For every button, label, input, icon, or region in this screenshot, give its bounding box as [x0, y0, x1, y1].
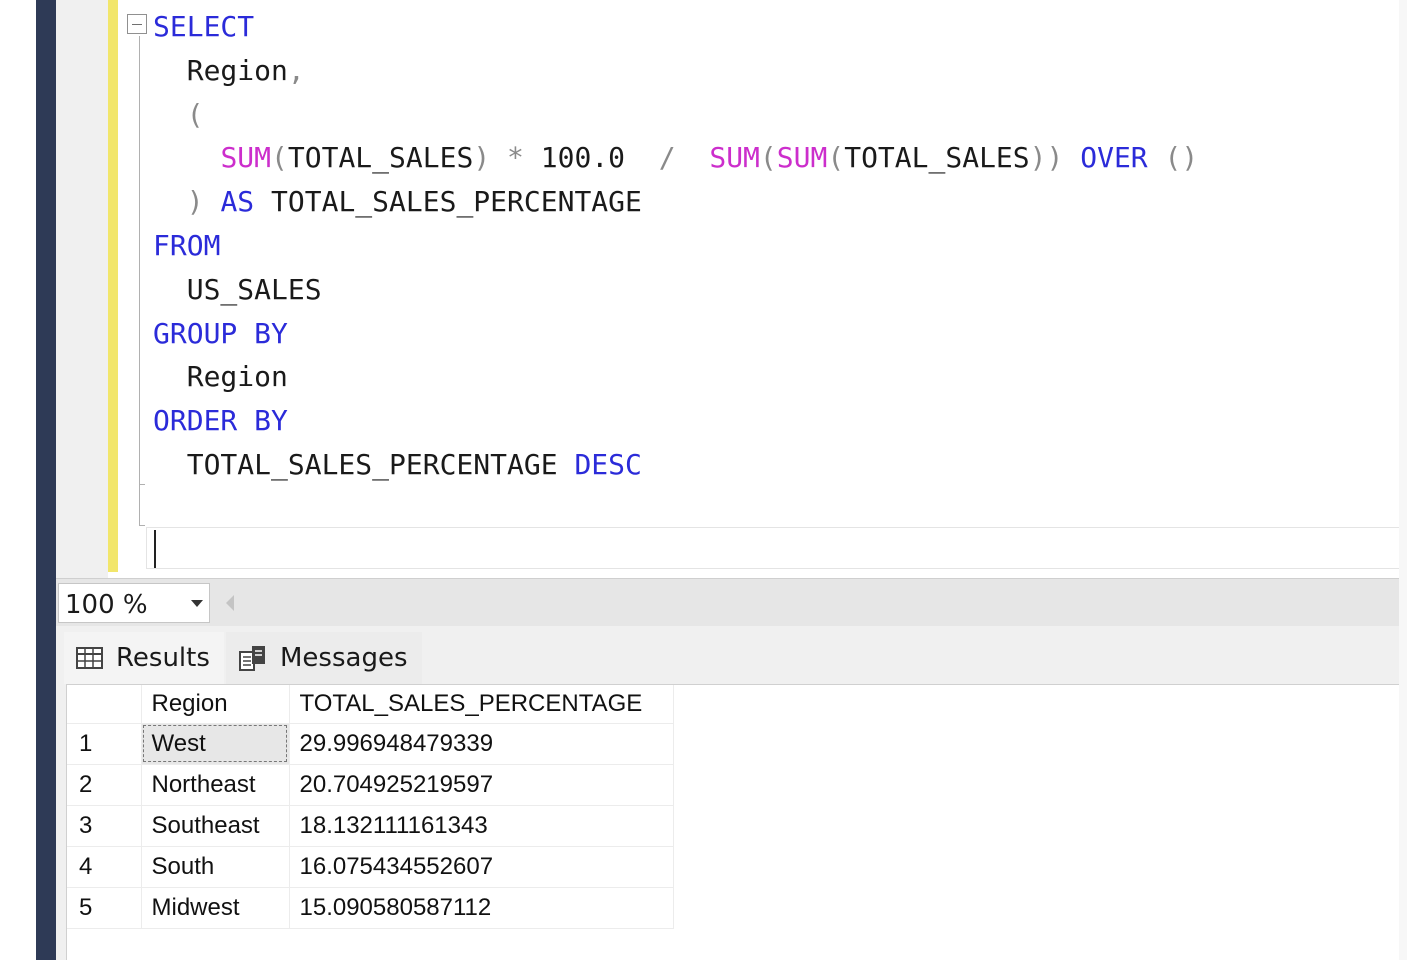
- table-header-row: Region TOTAL_SALES_PERCENTAGE: [67, 685, 674, 724]
- code-line[interactable]: ORDER BY: [153, 399, 1198, 443]
- row-number[interactable]: 3: [67, 805, 142, 847]
- code-line[interactable]: Region: [153, 355, 1198, 399]
- code-token: (: [827, 141, 845, 175]
- row-number[interactable]: 1: [67, 723, 142, 765]
- table-row[interactable]: 4 South 16.075434552607: [67, 846, 674, 888]
- code-line[interactable]: Region,: [153, 49, 1198, 93]
- column-header-region[interactable]: Region: [141, 685, 290, 724]
- code-token: US_SALES: [153, 272, 322, 306]
- code-line[interactable]: GROUP BY: [153, 312, 1198, 356]
- code-token: ): [153, 185, 221, 219]
- cell-region[interactable]: Midwest: [141, 887, 290, 929]
- zoom-dropdown[interactable]: 100 %: [58, 583, 210, 623]
- code-token: (: [271, 141, 288, 175]
- grid-icon: [76, 647, 103, 669]
- code-token: GROUP BY: [153, 316, 288, 350]
- code-line[interactable]: TOTAL_SALES_PERCENTAGE DESC: [153, 443, 1198, 487]
- tab-messages[interactable]: Messages: [226, 632, 422, 684]
- tab-results[interactable]: Results: [64, 632, 224, 684]
- table-row[interactable]: 1 West 29.996948479339: [67, 723, 674, 765]
- table-row[interactable]: 3 Southeast 18.132111161343: [67, 805, 674, 847]
- text-caret: [154, 530, 156, 568]
- cell-total-sales-percentage[interactable]: 16.075434552607: [289, 846, 674, 888]
- outline-guide-tick: [139, 525, 145, 526]
- code-token: TOTAL_SALES: [844, 141, 1030, 175]
- table-row[interactable]: 5 Midwest 15.090580587112: [67, 887, 674, 929]
- code-token: TOTAL_SALES_PERCENTAGE: [271, 185, 642, 219]
- code-token: (): [1164, 141, 1199, 175]
- code-token: (: [759, 141, 777, 175]
- results-table: Region TOTAL_SALES_PERCENTAGE 1 West 29.…: [67, 685, 674, 929]
- cell-total-sales-percentage[interactable]: 18.132111161343: [289, 805, 674, 847]
- code-token: ): [473, 141, 508, 175]
- code-token: *: [507, 141, 541, 175]
- cell-total-sales-percentage[interactable]: 15.090580587112: [289, 887, 674, 929]
- query-editor[interactable]: SELECT Region, ( SUM(TOTAL_SALES) * 100.…: [56, 0, 1407, 578]
- tab-results-label: Results: [116, 643, 210, 673]
- results-grid[interactable]: Region TOTAL_SALES_PERCENTAGE 1 West 29.…: [66, 684, 1399, 960]
- results-pane: Results Messages Region TOTAL_SALES_PERC…: [56, 626, 1399, 960]
- code-token: 100.0: [540, 141, 659, 175]
- messages-icon: [239, 646, 265, 671]
- code-token: TOTAL_SALES: [287, 141, 474, 175]
- cell-region[interactable]: Southeast: [141, 805, 290, 847]
- change-tracking-bar: [108, 0, 118, 572]
- outline-guide-line: [139, 36, 140, 526]
- column-header-total-sales-percentage[interactable]: TOTAL_SALES_PERCENTAGE: [289, 685, 674, 724]
- row-number-header[interactable]: [67, 685, 142, 724]
- code-token: SUM: [776, 141, 828, 175]
- code-line[interactable]: (: [153, 93, 1198, 137]
- cell-region[interactable]: South: [141, 846, 290, 888]
- tab-messages-label: Messages: [280, 643, 408, 673]
- code-token: ,: [287, 53, 305, 87]
- cell-total-sales-percentage[interactable]: 29.996948479339: [289, 723, 674, 765]
- code-token: TOTAL_SALES_PERCENTAGE: [153, 447, 575, 481]
- row-number[interactable]: 5: [67, 887, 142, 929]
- code-line[interactable]: ) AS TOTAL_SALES_PERCENTAGE: [153, 180, 1198, 224]
- code-line[interactable]: US_SALES: [153, 268, 1198, 312]
- code-token: /: [658, 141, 710, 175]
- code-token: ORDER BY: [153, 404, 288, 438]
- zoom-value: 100 %: [65, 590, 148, 620]
- window-edge: [0, 0, 36, 960]
- code-token: )): [1029, 141, 1081, 175]
- row-number[interactable]: 2: [67, 764, 142, 806]
- code-token: Region: [153, 360, 288, 394]
- vertical-tab-strip: [36, 0, 56, 960]
- sql-code[interactable]: SELECT Region, ( SUM(TOTAL_SALES) * 100.…: [153, 5, 1198, 487]
- row-number[interactable]: 4: [67, 846, 142, 888]
- zoom-bar: 100 %: [56, 578, 1399, 626]
- code-line[interactable]: SELECT: [153, 5, 1198, 49]
- cell-region[interactable]: Northeast: [141, 764, 290, 806]
- outline-guide-tick: [139, 484, 145, 485]
- code-token: SUM: [220, 141, 272, 175]
- code-token: SUM: [709, 141, 760, 175]
- code-token: OVER: [1080, 141, 1165, 175]
- scroll-left-arrow-icon[interactable]: [226, 595, 234, 611]
- code-token: FROM: [153, 228, 221, 262]
- code-token: AS: [220, 185, 272, 219]
- collapse-minus-icon[interactable]: [127, 14, 147, 34]
- code-token: (: [153, 97, 204, 131]
- cell-total-sales-percentage[interactable]: 20.704925219597: [289, 764, 674, 806]
- code-token: Region: [153, 53, 288, 87]
- current-line-highlight: [146, 527, 1400, 569]
- editor-gutter: [56, 0, 108, 578]
- code-token: DESC: [574, 447, 642, 481]
- code-line[interactable]: FROM: [153, 224, 1198, 268]
- cell-region[interactable]: West: [141, 723, 290, 765]
- code-line[interactable]: SUM(TOTAL_SALES) * 100.0 / SUM(SUM(TOTAL…: [153, 136, 1198, 180]
- chevron-down-icon: [191, 600, 203, 607]
- code-token: SELECT: [153, 10, 255, 43]
- right-border: [1399, 0, 1407, 960]
- table-row[interactable]: 2 Northeast 20.704925219597: [67, 764, 674, 806]
